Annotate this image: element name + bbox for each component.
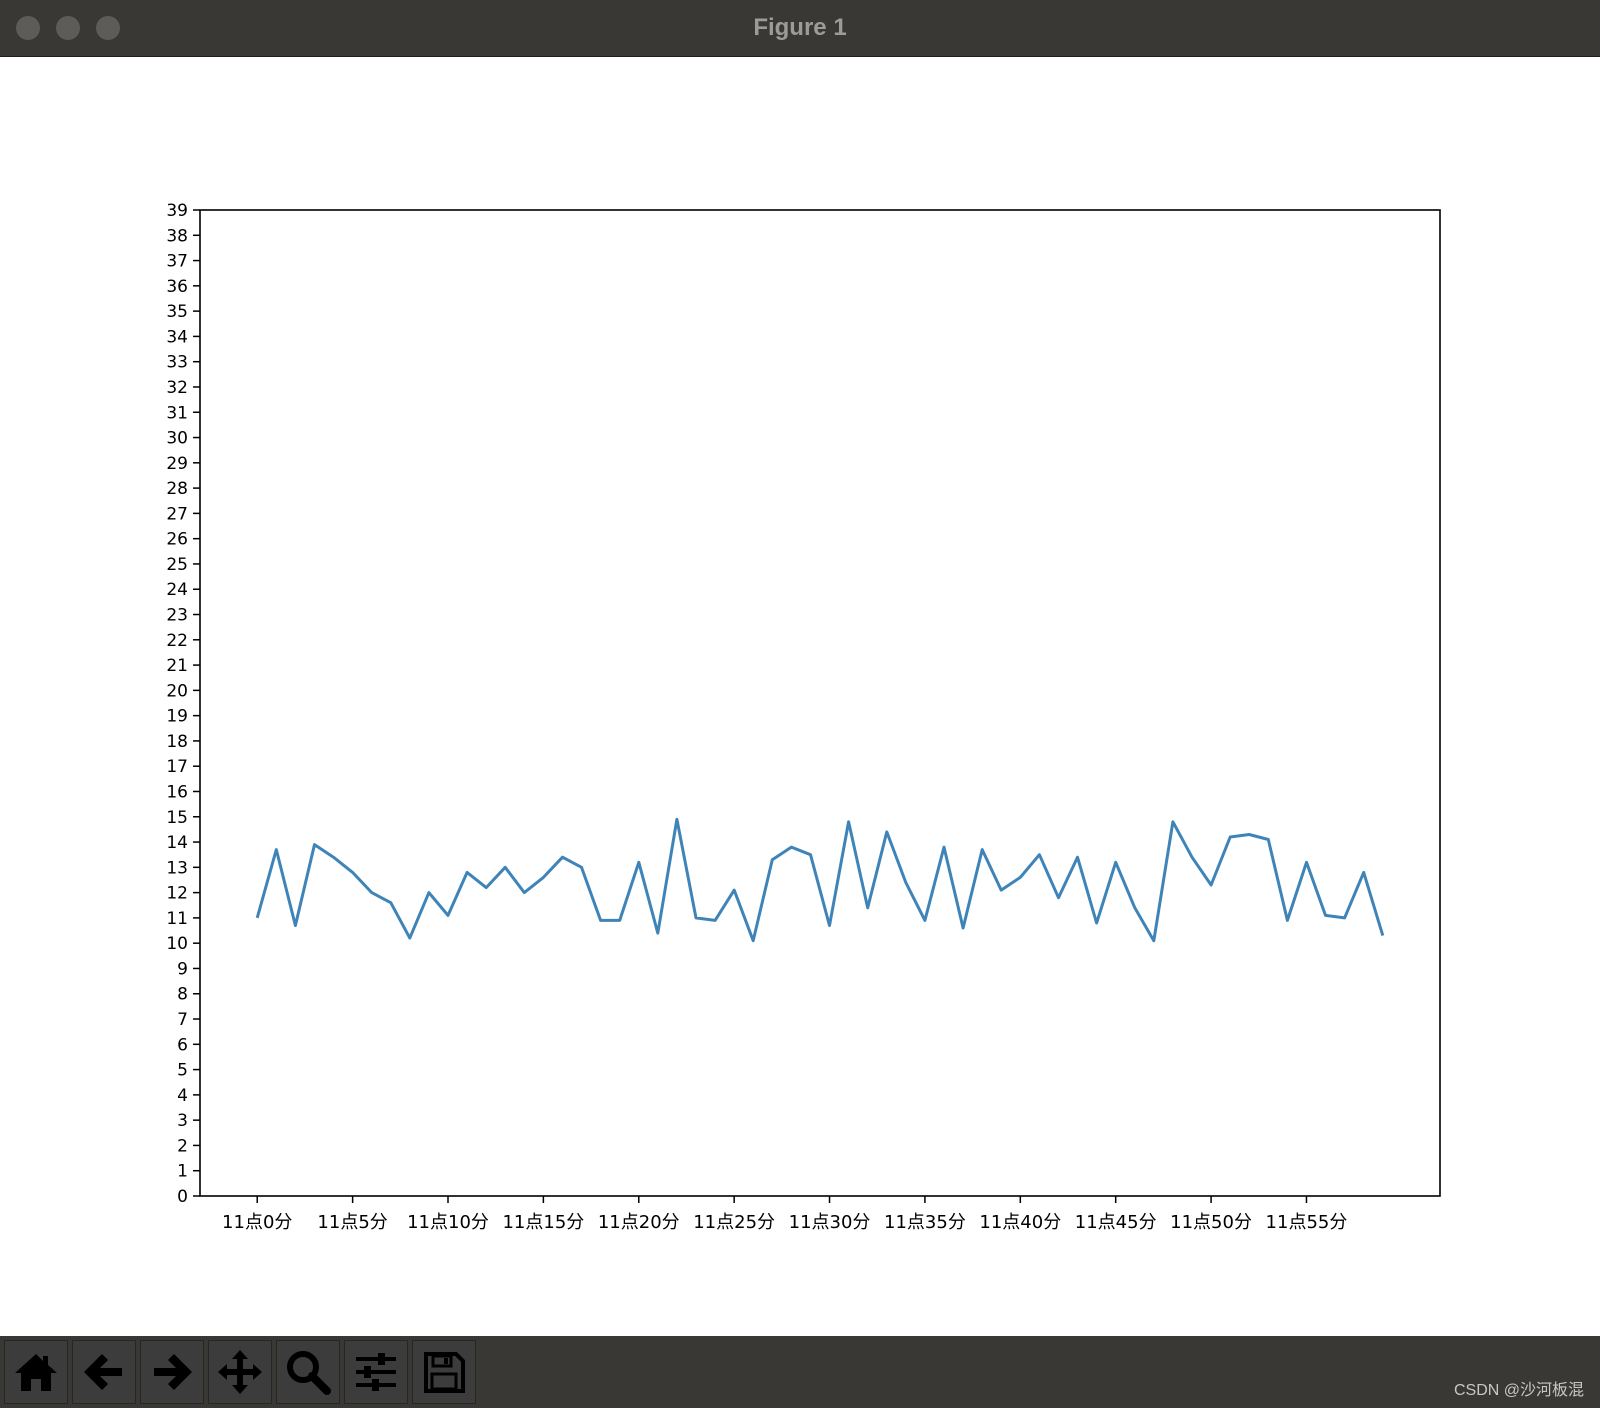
y-tick-label: 21: [166, 656, 188, 676]
y-tick-label: 27: [166, 504, 188, 524]
x-tick-label: 11点45分: [1075, 1212, 1157, 1233]
figure-canvas[interactable]: 0 1 2 3 4 5 6 7 8 9 10 11 12 13 14 15 16 17 18 19 20 21 22 23 24…: [0, 57, 1600, 1336]
arrow-left-icon: [84, 1354, 122, 1390]
x-tick-label: 11点55分: [1266, 1212, 1348, 1233]
y-tick-label: 11: [166, 909, 188, 929]
y-tick-label: 13: [166, 858, 188, 878]
y-tick-label: 9: [177, 959, 188, 979]
y-tick-label: 24: [166, 580, 188, 600]
magnifier-icon: [287, 1351, 331, 1395]
y-tick-label: 1: [177, 1162, 188, 1182]
y-tick-label: 29: [166, 454, 188, 474]
sliders-icon: [356, 1353, 396, 1391]
configure-subplots-button[interactable]: [344, 1340, 408, 1404]
x-tick-label: 11点0分: [222, 1212, 292, 1233]
y-tick-label: 26: [166, 530, 188, 550]
line-chart: 0123456789101112131415161718192021222324…: [166, 201, 1441, 1233]
back-button[interactable]: [72, 1340, 136, 1404]
y-tick-label: 23: [166, 606, 188, 626]
x-tick-label: 11点35分: [884, 1212, 966, 1233]
data-series-line: [255, 817, 1385, 943]
y-tick-label: 5: [177, 1061, 188, 1081]
y-tick-label: 37: [166, 252, 188, 272]
y-tick-label: 28: [166, 479, 188, 499]
y-tick-label: 35: [166, 302, 188, 322]
y-tick-label: 32: [166, 378, 188, 398]
pan-button[interactable]: [208, 1340, 272, 1404]
y-tick-label: 7: [177, 1010, 188, 1030]
x-tick-label: 11点15分: [502, 1212, 584, 1233]
y-tick-label: 8: [177, 985, 188, 1005]
y-tick-label: 25: [166, 555, 188, 575]
y-tick-label: 36: [166, 277, 188, 297]
x-tick-label: 11点20分: [598, 1212, 680, 1233]
zoom-button[interactable]: [276, 1340, 340, 1404]
y-tick-label: 4: [177, 1086, 188, 1106]
window-title: Figure 1: [753, 14, 847, 41]
y-tick-label: 2: [177, 1136, 188, 1156]
y-tick-label: 20: [166, 681, 188, 701]
title-bar[interactable]: Figure 1: [0, 0, 1600, 57]
y-tick-label: 39: [166, 201, 188, 221]
x-tick-label: 11点30分: [789, 1212, 871, 1233]
y-tick-label: 6: [177, 1035, 188, 1055]
y-tick-label: 0: [177, 1187, 188, 1207]
y-tick-label: 10: [166, 934, 188, 954]
forward-button[interactable]: [140, 1340, 204, 1404]
axes-frame: [199, 209, 1441, 1197]
x-tick-label: 11点25分: [693, 1212, 775, 1233]
y-tick-label: 31: [166, 403, 188, 423]
watermark-text: CSDN @沙河板混: [1453, 1382, 1584, 1399]
y-tick-label: 19: [166, 707, 188, 727]
y-tick-label: 30: [166, 429, 188, 449]
navigation-toolbar: CSDN @沙河板混: [0, 1336, 1600, 1408]
save-button[interactable]: [412, 1340, 476, 1404]
x-tick-label: 11点5分: [317, 1212, 387, 1233]
y-tick-label: 12: [166, 884, 188, 904]
arrow-right-icon: [154, 1354, 192, 1390]
y-tick-label: 22: [166, 631, 188, 651]
move-icon: [218, 1350, 262, 1394]
y-tick-label: 33: [166, 353, 188, 373]
y-tick-label: 17: [166, 757, 188, 777]
floppy-disk-icon: [424, 1352, 465, 1393]
home-icon: [15, 1354, 57, 1391]
x-tick-label: 11点50分: [1170, 1212, 1252, 1233]
y-tick-label: 16: [166, 782, 188, 802]
y-tick-label: 18: [166, 732, 188, 752]
figure-window: Figure 1 0 1 2 3 4 5 6 7 8 9 10 11 12 13 14 15 16 17 18 19 2…: [0, 0, 1600, 1408]
home-button[interactable]: [4, 1340, 68, 1404]
y-tick-label: 3: [177, 1111, 188, 1131]
y-tick-label: 15: [166, 808, 188, 828]
x-tick-label: 11点40分: [979, 1212, 1061, 1233]
y-tick-label: 34: [166, 327, 188, 347]
y-tick-label: 14: [166, 833, 188, 853]
y-tick-label: 38: [166, 226, 188, 246]
x-tick-label: 11点10分: [407, 1212, 489, 1233]
